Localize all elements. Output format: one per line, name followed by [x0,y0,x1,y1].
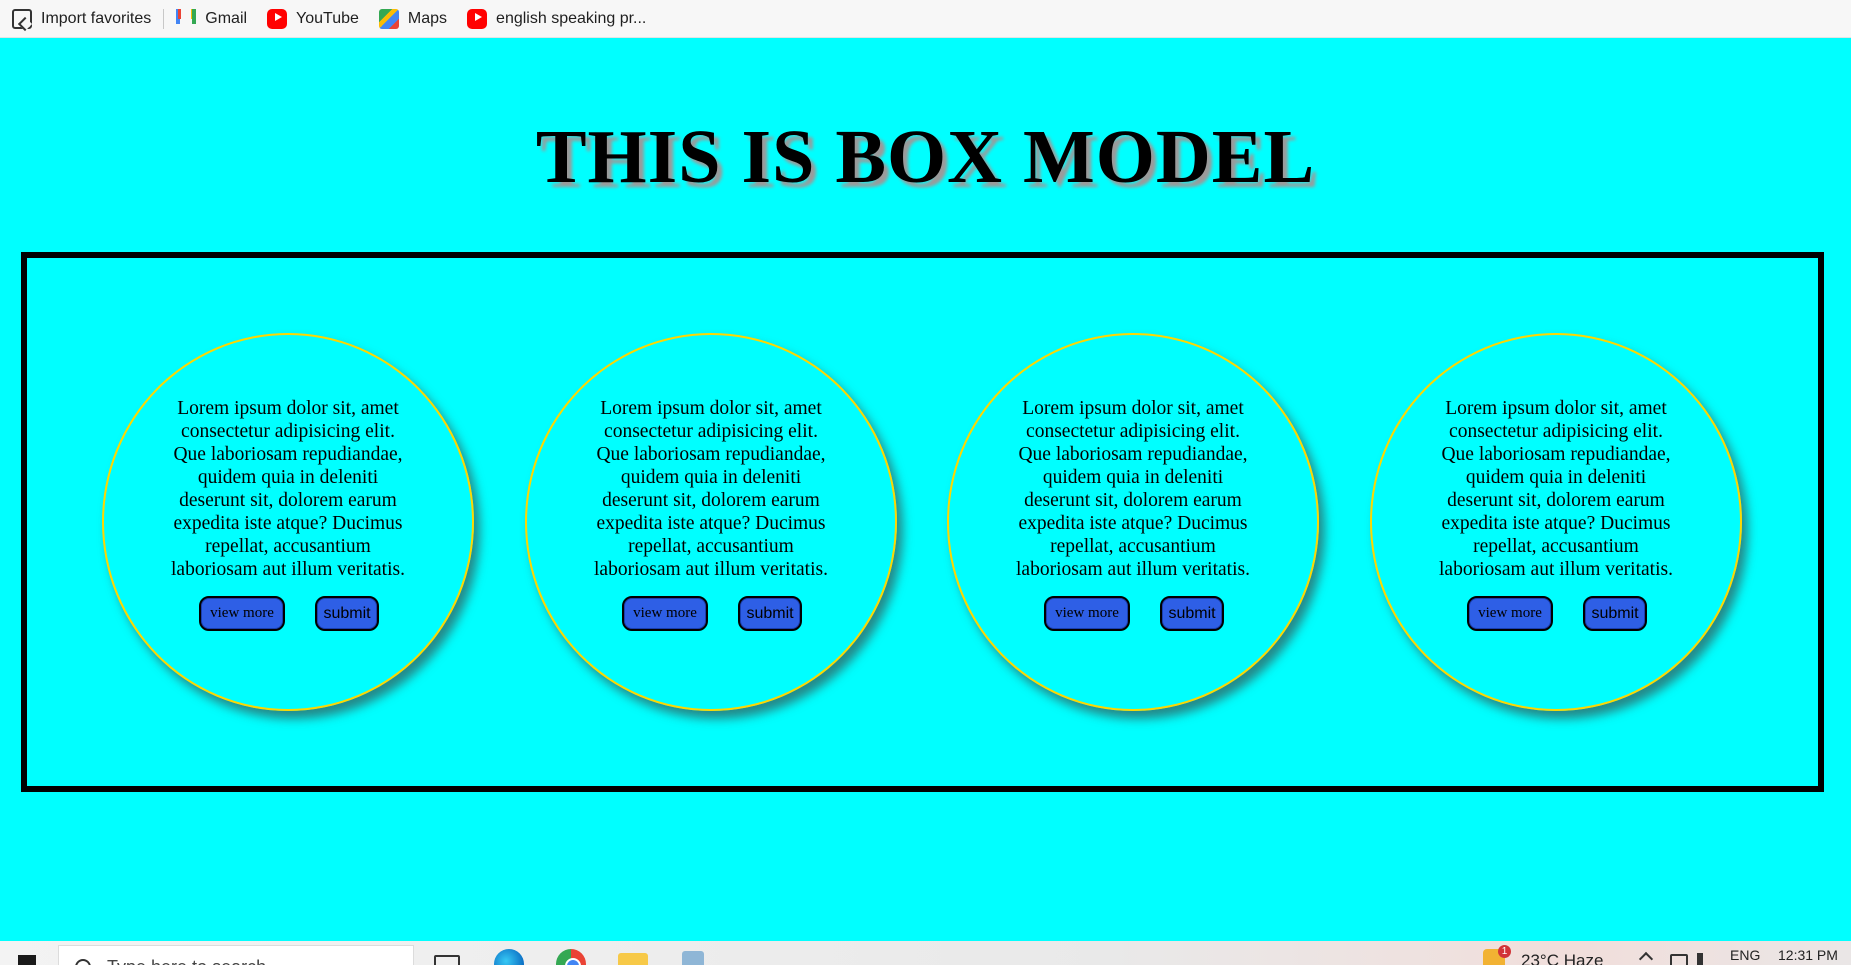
chevron-up-icon[interactable] [1638,951,1654,965]
search-icon [75,959,91,965]
favorite-gmail[interactable]: Gmail [166,4,257,34]
favorite-english-speaking[interactable]: english speaking pr... [457,4,656,34]
favorite-label: Maps [407,9,448,27]
network-icon[interactable] [1670,954,1688,965]
view-more-button[interactable]: view more [1467,596,1553,631]
youtube-icon [467,8,488,29]
submit-button[interactable]: submit [1160,596,1224,631]
card-text: Lorem ipsum dolor sit, amet consectetur … [594,398,828,580]
view-more-button[interactable]: view more [622,596,708,631]
weather-text[interactable]: 23°C Haze [1521,951,1603,965]
notification-badge: 1 [1498,945,1511,958]
favorite-label: Gmail [205,9,248,27]
favorite-label: YouTube [296,9,359,27]
favorite-import[interactable]: Import favorites [0,4,161,34]
view-more-button[interactable]: view more [1044,596,1130,631]
windows-start-icon[interactable] [18,955,36,965]
language-indicator[interactable]: ENG [1730,947,1760,963]
favorite-youtube[interactable]: YouTube [257,4,369,34]
favorite-label: Import favorites [41,9,152,27]
submit-button[interactable]: submit [315,596,379,631]
search-placeholder: Type here to search [107,957,266,965]
clock[interactable]: 12:31 PM [1778,947,1838,963]
document-app-icon[interactable] [682,951,704,965]
gmail-icon [176,8,197,29]
youtube-icon [267,8,288,29]
favorite-label: english speaking pr... [496,9,647,27]
circle-card: Lorem ipsum dolor sit, amet consectetur … [1370,333,1742,711]
edge-icon[interactable] [494,949,524,965]
submit-button[interactable]: submit [1583,596,1647,631]
card-text: Lorem ipsum dolor sit, amet consectetur … [171,398,405,580]
circle-card: Lorem ipsum dolor sit, amet consectetur … [102,333,474,711]
favorites-bar: Import favorites Gmail YouTube Maps engl… [0,0,1851,38]
card-text: Lorem ipsum dolor sit, amet consectetur … [1439,398,1673,580]
favorites-divider [163,8,165,29]
maps-icon [378,8,399,29]
taskbar-search[interactable]: Type here to search [58,945,414,965]
circle-card: Lorem ipsum dolor sit, amet consectetur … [525,333,897,711]
weather-icon[interactable]: 1 [1483,945,1511,965]
view-more-button[interactable]: view more [199,596,285,631]
circle-card: Lorem ipsum dolor sit, amet consectetur … [947,333,1319,711]
volume-icon[interactable] [1697,953,1713,965]
page-title: THIS IS BOX MODEL [535,115,1316,199]
chrome-icon[interactable] [556,949,586,965]
import-icon [12,8,32,29]
submit-button[interactable]: submit [738,596,802,631]
task-view-icon[interactable] [434,955,460,965]
file-explorer-icon[interactable] [618,953,648,965]
favorite-maps[interactable]: Maps [369,4,457,34]
card-text: Lorem ipsum dolor sit, amet consectetur … [1016,398,1250,580]
taskbar: Type here to search 1 23°C Haze ENG 12:3… [0,941,1851,965]
